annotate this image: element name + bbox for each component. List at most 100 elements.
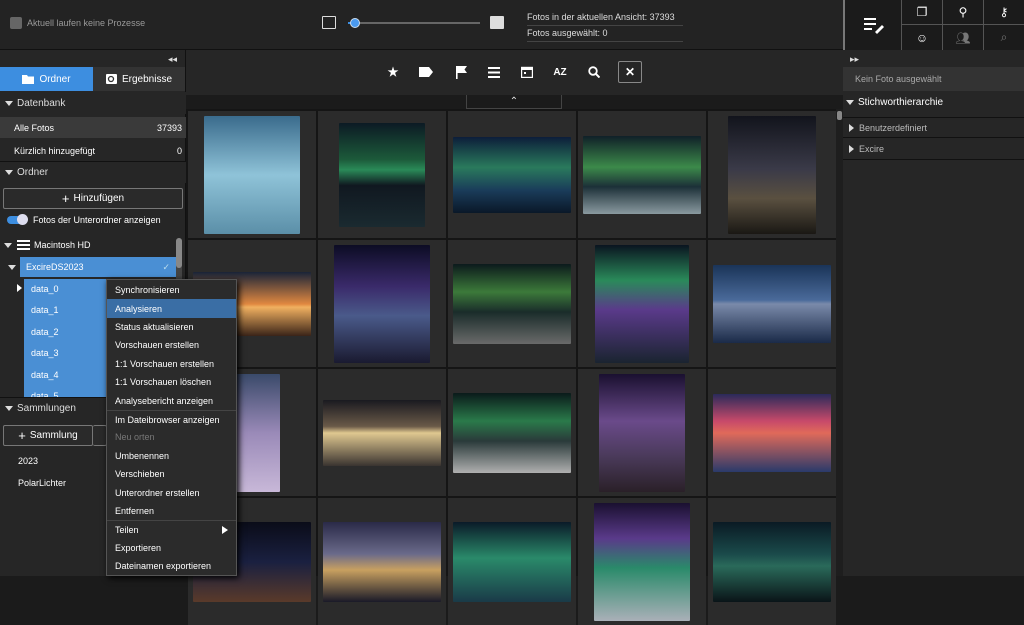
metadata-edit-button[interactable] (843, 0, 901, 50)
menu-item[interactable]: Synchronisieren (107, 281, 236, 300)
subfolder-item[interactable]: data_1 (31, 300, 59, 320)
collection-item[interactable]: 2023 (0, 450, 106, 471)
thumbnail-size-slider[interactable] (348, 18, 480, 28)
photo-thumbnail[interactable] (599, 373, 685, 492)
photo-cell[interactable] (578, 240, 706, 367)
tag-icon[interactable] (417, 63, 435, 81)
photo-cell[interactable] (708, 240, 836, 367)
photo-thumbnail[interactable] (453, 392, 571, 473)
menu-item[interactable]: Verschieben (107, 465, 236, 484)
photo-cell[interactable] (318, 240, 446, 367)
add-collection-button[interactable]: + Sammlung (3, 425, 93, 446)
photo-thumbnail[interactable] (595, 244, 689, 363)
menu-item[interactable]: 1:1 Vorschauen erstellen (107, 355, 236, 374)
grid-scrollbar-thumb[interactable] (837, 111, 842, 120)
search-panel-button[interactable]: ⌕ (983, 25, 1024, 50)
subfolder-toggle-row[interactable]: Fotos der Unterordner anzeigen (7, 210, 161, 230)
root-folder-row[interactable]: ExcireDS2023 ✓ (8, 257, 176, 277)
collapse-toolbar-button[interactable]: ⌃ (466, 95, 562, 109)
photo-cell[interactable] (708, 498, 836, 625)
keyword-hierarchy-header[interactable]: Stichworthierarchie (846, 97, 943, 108)
menu-item[interactable]: Entfernen (107, 502, 236, 521)
menu-item[interactable]: 1:1 Vorschauen löschen (107, 373, 236, 392)
keyword-item-benutzerdefiniert[interactable]: Benutzerdefiniert (843, 117, 1024, 138)
menu-item[interactable]: Umbenennen (107, 447, 236, 466)
subfolder-toggle[interactable] (7, 214, 28, 225)
photo-thumbnail[interactable] (323, 521, 441, 602)
photo-cell[interactable] (448, 111, 576, 238)
slider-knob[interactable] (349, 18, 360, 28)
recently-added-row[interactable]: Kürzlich hinzugefügt 0 (0, 140, 186, 161)
calendar-icon[interactable] (518, 63, 536, 81)
photo-cell[interactable] (578, 369, 706, 496)
collapse-right-icon[interactable]: ▸▸ (850, 54, 859, 65)
map-button[interactable]: ⚲ (942, 0, 983, 25)
photo-cell[interactable] (448, 498, 576, 625)
root-folder-selection[interactable]: ExcireDS2023 ✓ (20, 257, 176, 277)
folder-scrollbar-thumb[interactable] (176, 238, 182, 268)
small-thumbnail-icon[interactable] (322, 16, 336, 29)
key-button[interactable]: ⚷ (983, 0, 1024, 25)
search-icon[interactable] (585, 63, 603, 81)
folders-section-header[interactable]: Ordner (0, 161, 186, 183)
subfolder-item[interactable]: data_2 (31, 322, 59, 342)
photo-cell[interactable] (578, 111, 706, 238)
add-folder-button[interactable]: + Hinzufügen (3, 188, 183, 209)
photo-cell[interactable] (708, 369, 836, 496)
drive-row[interactable]: Macintosh HD (4, 235, 91, 255)
collapse-left-icon[interactable]: ◂◂ (168, 54, 177, 65)
close-icon[interactable]: ✕ (618, 61, 642, 83)
menu-item[interactable]: Unterordner erstellen (107, 483, 236, 502)
photo-cell[interactable] (318, 498, 446, 625)
menu-item[interactable]: Status aktualisieren (107, 318, 236, 337)
sort-az-icon[interactable]: AZ (551, 63, 569, 81)
chevron-right-icon[interactable] (17, 284, 22, 292)
photo-thumbnail[interactable] (453, 263, 571, 344)
large-thumbnail-icon[interactable] (490, 16, 504, 29)
tab-ordner[interactable]: Ordner (0, 67, 93, 91)
menu-item[interactable]: Teilen (107, 520, 236, 539)
duplicates-button[interactable]: ❐ (901, 0, 942, 25)
photo-thumbnail[interactable] (594, 502, 690, 621)
collection-item[interactable]: PolarLichter (0, 472, 106, 493)
collection-options-button[interactable] (93, 425, 107, 446)
keyword-item-excire[interactable]: Excire (843, 139, 1024, 160)
photo-thumbnail[interactable] (728, 115, 816, 234)
menu-item[interactable]: Exportieren (107, 539, 236, 558)
photo-cell[interactable] (708, 111, 836, 238)
flag-icon[interactable] (452, 63, 470, 81)
faces-button[interactable]: ☺ (901, 25, 942, 50)
subfolder-item[interactable]: data_4 (31, 365, 59, 385)
database-section-header[interactable]: Datenbank (0, 92, 186, 114)
drive-icon (17, 240, 30, 250)
list-icon[interactable] (485, 63, 503, 81)
photo-thumbnail[interactable] (323, 399, 441, 466)
photo-thumbnail[interactable] (713, 264, 831, 343)
photo-thumbnail[interactable] (204, 115, 300, 234)
menu-item[interactable]: Im Dateibrowser anzeigen (107, 409, 236, 429)
all-photos-row[interactable]: Alle Fotos 37393 (0, 117, 186, 138)
photo-thumbnail[interactable] (713, 521, 831, 602)
subfolder-item[interactable]: data_3 (31, 343, 59, 363)
menu-item[interactable]: Vorschauen erstellen (107, 336, 236, 355)
photo-cell[interactable] (318, 369, 446, 496)
photo-cell[interactable] (448, 240, 576, 367)
photo-thumbnail[interactable] (453, 136, 571, 213)
photo-thumbnail[interactable] (453, 521, 571, 602)
people-button[interactable]: 👥︎ (942, 25, 983, 50)
photo-cell[interactable] (318, 111, 446, 238)
tab-ergebnisse[interactable]: Ergebnisse (93, 67, 185, 91)
photo-thumbnail[interactable] (339, 122, 425, 227)
star-icon[interactable]: ★ (384, 63, 402, 81)
photo-cell[interactable] (578, 498, 706, 625)
menu-item[interactable]: Dateinamen exportieren (107, 557, 236, 576)
photo-cell[interactable] (188, 111, 316, 238)
subfolder-item[interactable]: data_0 (31, 279, 59, 299)
photo-thumbnail[interactable] (334, 244, 430, 363)
photo-cell[interactable] (448, 369, 576, 496)
photo-thumbnail[interactable] (713, 393, 831, 472)
menu-item[interactable]: Analysebericht anzeigen (107, 391, 236, 410)
grid-scrollbar[interactable] (836, 109, 843, 576)
menu-item[interactable]: Analysieren (107, 299, 236, 318)
photo-thumbnail[interactable] (583, 135, 701, 214)
